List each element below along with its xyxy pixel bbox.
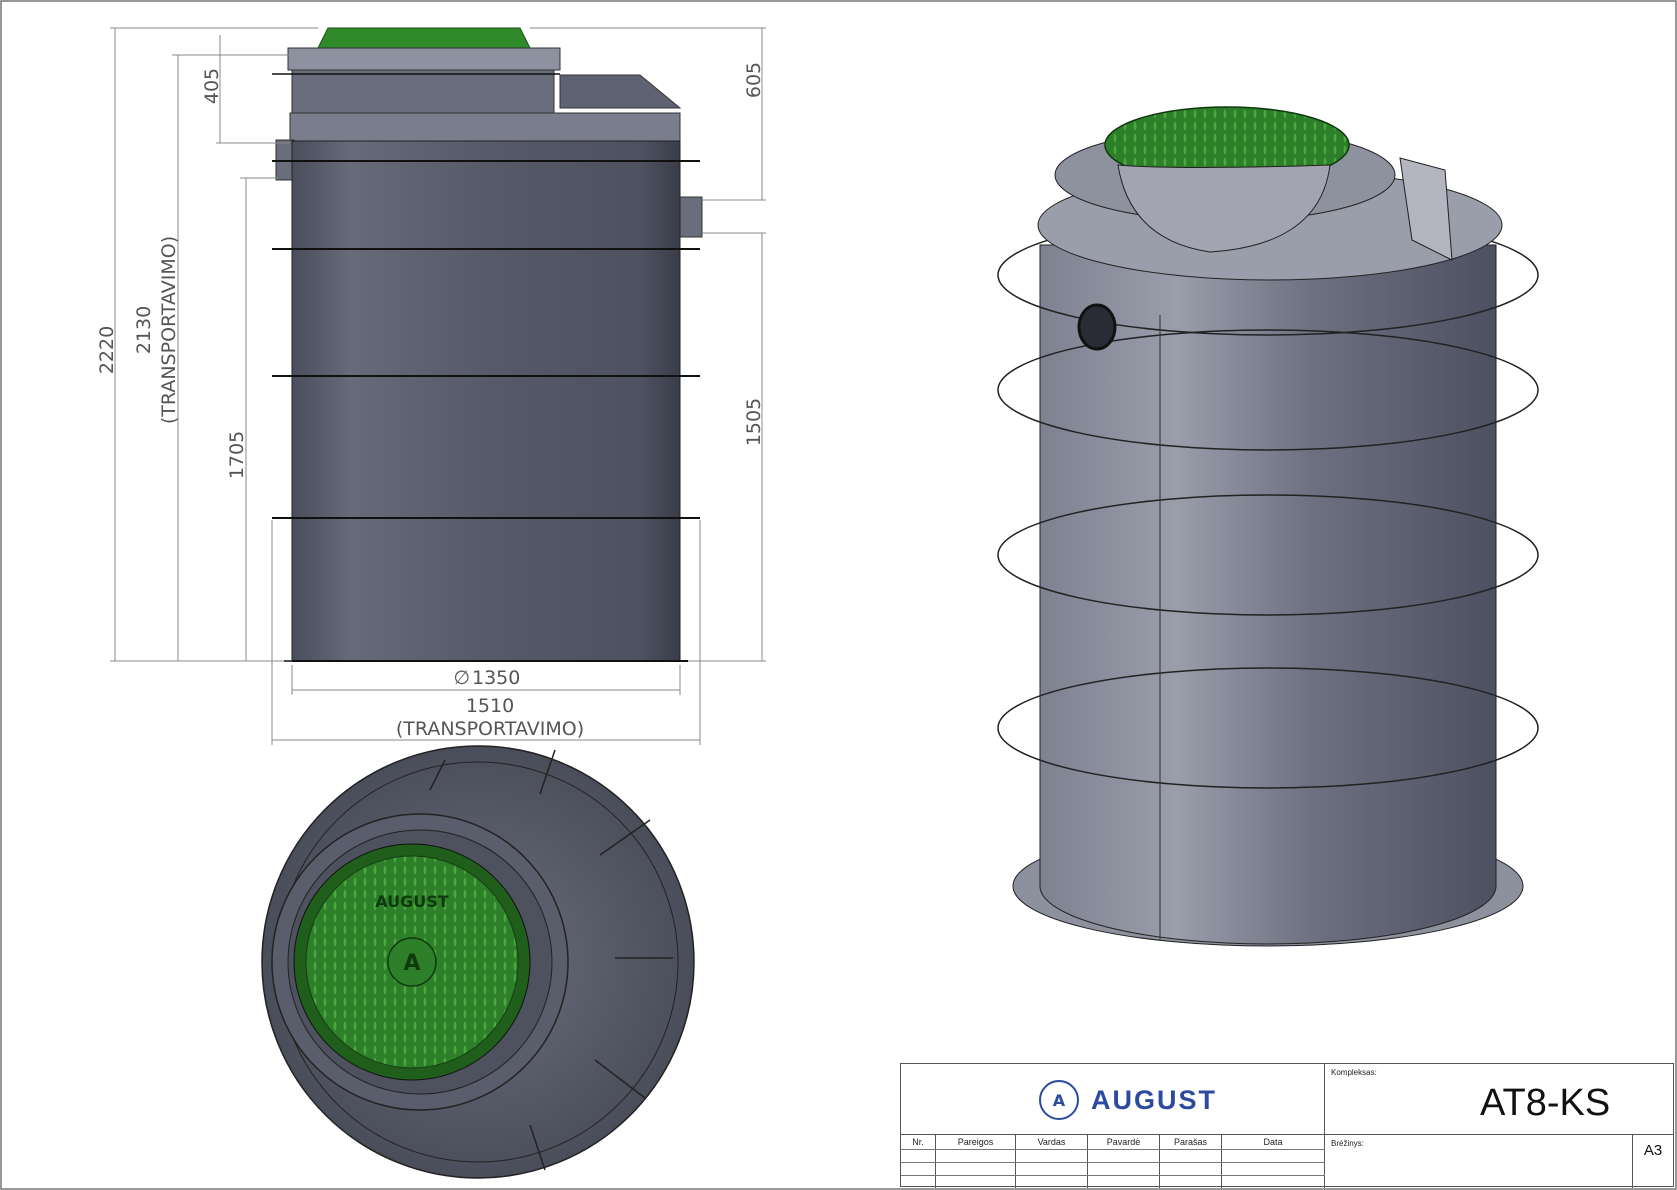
drawing-label: Brėžinys: — [1331, 1139, 1364, 1148]
dim-diameter-symbol: ∅ — [453, 667, 470, 689]
dim-overall-height: 2220 — [96, 326, 118, 374]
title-block: A AUGUST Kompleksas: AT8-KS Nr. Pareigos… — [900, 1063, 1674, 1188]
col-header-parasas: Parašas — [1173, 1137, 1208, 1147]
col-header-vardas: Vardas — [1037, 1137, 1066, 1147]
dim-cover-height: 405 — [201, 68, 223, 104]
side-view: 2220 2130 (TRANSPORTAVIMO) 405 1705 605 … — [96, 27, 766, 745]
complex-label: Kompleksas: — [1331, 1068, 1377, 1077]
top-cover-brand: AUGUST — [375, 892, 449, 911]
iso-view — [997, 106, 1539, 947]
brand-logo-letter: A — [1052, 1090, 1066, 1110]
side-neck — [291, 69, 555, 116]
table-line-3 — [901, 1175, 1325, 1176]
product-code: AT8-KS — [1480, 1082, 1611, 1124]
side-cover-plate — [287, 47, 561, 71]
complex-cell: Kompleksas: AT8-KS — [1325, 1064, 1673, 1135]
brand-name: AUGUST — [1091, 1084, 1217, 1115]
brand-logo-icon: A — [1039, 1080, 1079, 1120]
top-view: A AUGUST — [261, 745, 695, 1179]
dim-transport-width-value: 1510 — [466, 695, 514, 717]
drawing-sheet: 2220 2130 (TRANSPORTAVIMO) 405 1705 605 … — [0, 0, 1677, 1190]
side-outlet-pipe — [677, 196, 703, 238]
dim-transport-height-note: (TRANSPORTAVIMO) — [158, 236, 180, 424]
col-header-data: Data — [1263, 1137, 1283, 1147]
signature-table: Nr. Pareigos Vardas Pavardė Parašas Data — [901, 1135, 1325, 1188]
dim-inlet-height: 1705 — [226, 431, 248, 479]
dim-transport-width-note: (TRANSPORTAVIMO) — [396, 718, 584, 740]
side-green-cover — [317, 27, 531, 49]
brand-logo: A AUGUST — [1039, 1080, 1217, 1120]
drawing-cell: Brėžinys: — [1325, 1135, 1633, 1188]
table-line-2 — [901, 1162, 1325, 1163]
side-vent-cap — [559, 74, 682, 109]
col-header-nr: Nr. — [912, 1137, 924, 1147]
col-header-pareigos: Pareigos — [957, 1137, 994, 1147]
dim-transport-height-value: 2130 — [133, 306, 155, 354]
col-header-pavarde: Pavardė — [1106, 1137, 1141, 1147]
iso-body — [1039, 244, 1497, 945]
dim-top-to-outlet: 605 — [743, 62, 765, 98]
sheet-size: A3 — [1643, 1142, 1663, 1159]
sheet-size-cell: A3 — [1633, 1135, 1673, 1188]
top-cover-logo-letter: A — [403, 951, 420, 976]
dim-outlet-height: 1505 — [743, 398, 765, 446]
dim-diameter: 1350 — [472, 667, 520, 689]
table-line-1 — [901, 1149, 1325, 1150]
title-logo-cell: A AUGUST — [901, 1064, 1325, 1135]
side-top-flange — [289, 112, 681, 142]
iso-inlet-pipe — [1077, 303, 1117, 351]
side-tank-body — [291, 140, 681, 662]
